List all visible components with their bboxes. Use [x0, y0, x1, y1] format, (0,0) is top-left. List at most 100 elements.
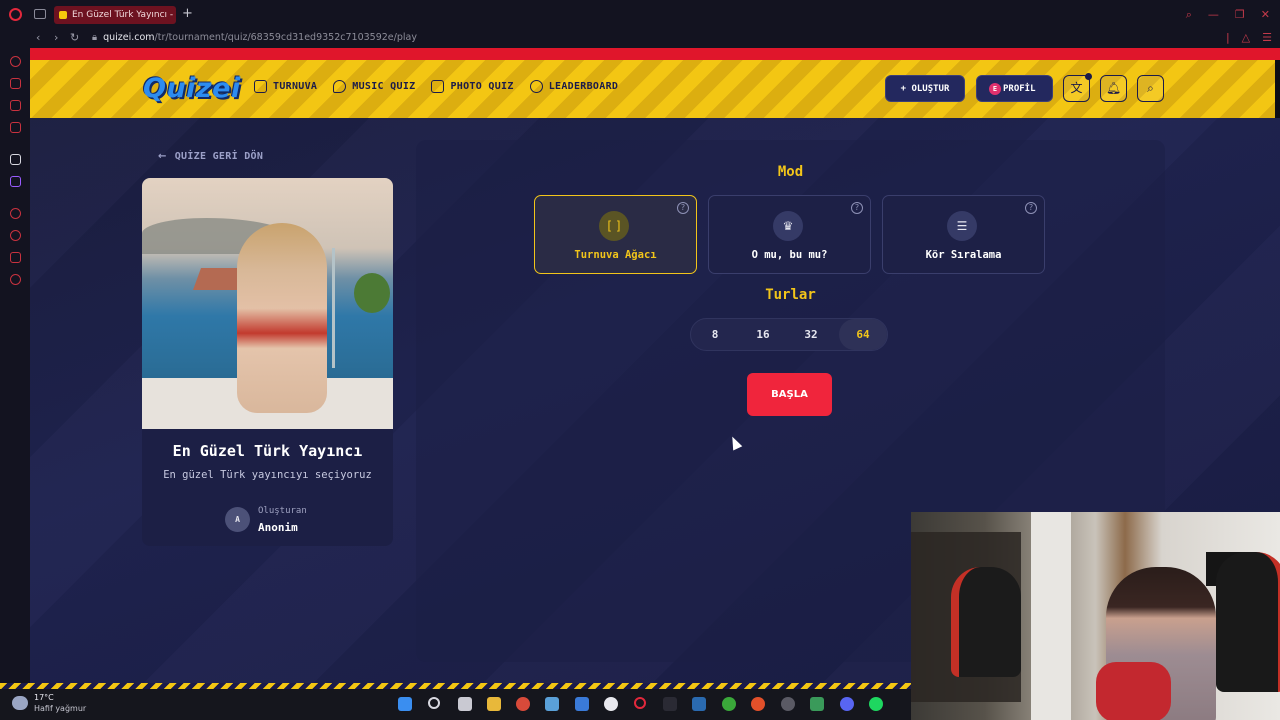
- nav-label: TURNUVA: [273, 81, 318, 92]
- quiz-description: En güzel Türk yayıncıyı seçiyoruz: [163, 469, 372, 481]
- spotify-icon[interactable]: [869, 697, 883, 711]
- quiz-info-card: En Güzel Türk Yayıncı En güzel Türk yayı…: [142, 178, 393, 546]
- task-view-icon[interactable]: [458, 697, 472, 711]
- opera-gx-icon[interactable]: [634, 697, 646, 709]
- create-button[interactable]: + OLUŞTUR: [885, 75, 965, 102]
- start-button[interactable]: BAŞLA: [747, 373, 832, 416]
- weather-condition: Hafif yağmur: [34, 704, 87, 713]
- messenger-icon[interactable]: [10, 122, 21, 133]
- forward-nav-icon[interactable]: ›: [54, 31, 58, 44]
- app-icon-4[interactable]: [751, 697, 765, 711]
- browser-titlebar: En Güzel Türk Yayıncı - Quizei + ⌕ — ❐ ✕: [0, 0, 1280, 28]
- profile-button[interactable]: E PROFİL: [976, 75, 1053, 102]
- opera-sidebar: [0, 48, 30, 685]
- image-railing: [332, 248, 335, 368]
- language-button[interactable]: 文: [1063, 73, 1092, 102]
- round-option-16[interactable]: 16: [739, 319, 787, 350]
- trophy-icon: [254, 80, 267, 93]
- nav-photo-quiz[interactable]: PHOTO QUIZ: [431, 80, 513, 93]
- nav-music-quiz[interactable]: MUSIC QUIZ: [333, 80, 415, 93]
- crown-icon: ♛: [773, 211, 803, 241]
- weather-cloud-icon[interactable]: [12, 696, 28, 710]
- app-icon[interactable]: [10, 154, 21, 165]
- app-icon-3[interactable]: [663, 697, 677, 711]
- camera-icon: [431, 80, 445, 93]
- mode-label: Turnuva Ağacı: [574, 249, 657, 261]
- quizei-favicon-icon: [59, 11, 67, 19]
- opera-logo-icon[interactable]: [9, 8, 22, 21]
- site-logo[interactable]: Quizei: [143, 73, 241, 104]
- nav-label: MUSIC QUIZ: [352, 81, 416, 92]
- help-icon[interactable]: ?: [851, 202, 863, 214]
- image-plant: [354, 273, 390, 313]
- mode-section-title: Mod: [777, 164, 804, 180]
- rounds-section-title: Turlar: [765, 287, 816, 303]
- xbox-icon[interactable]: [722, 697, 736, 711]
- round-option-32[interactable]: 32: [787, 319, 835, 350]
- browser-tab-active[interactable]: En Güzel Türk Yayıncı - Quizei: [54, 6, 176, 24]
- tab-title: En Güzel Türk Yayıncı - Quizei: [72, 10, 176, 20]
- browser-accent-bar: [30, 48, 1280, 60]
- url-host: quizei.com: [103, 32, 155, 43]
- address-bar: ‹ › ↻ 🔒︎ quizei.com/tr/tournament/quiz/68…: [0, 28, 1280, 48]
- webcam-chair-right: [1216, 552, 1280, 692]
- webcam-overlay: [911, 512, 1280, 720]
- close-icon[interactable]: ✕: [1261, 8, 1270, 22]
- help-icon[interactable]: ?: [1025, 202, 1037, 214]
- notifications-button[interactable]: 🔔︎: [1100, 75, 1127, 102]
- quiz-cover-image: [142, 178, 393, 429]
- bell-icon: 🔔︎: [1105, 81, 1122, 95]
- round-option-8[interactable]: 8: [691, 319, 739, 350]
- discord-icon[interactable]: [840, 697, 854, 711]
- search-button[interactable]: ⌕: [1137, 75, 1164, 102]
- address-bar-actions: | △ ☰: [1226, 31, 1272, 44]
- history-icon[interactable]: [10, 230, 21, 241]
- aria-icon[interactable]: [10, 56, 21, 67]
- url-field[interactable]: 🔒︎ quizei.com/tr/tournament/quiz/68359cd3…: [92, 30, 417, 46]
- mode-option-blind-ranking[interactable]: ? ☰ Kör Sıralama: [882, 195, 1045, 274]
- settings-icon[interactable]: [10, 274, 21, 285]
- obs-icon[interactable]: [604, 697, 618, 711]
- search-tabs-icon[interactable]: ⌕: [1186, 8, 1192, 22]
- gx-corner-icon[interactable]: [10, 100, 21, 111]
- minimize-icon[interactable]: —: [1208, 8, 1219, 22]
- tab-sidebar-icon[interactable]: [34, 9, 46, 19]
- nav-label: PHOTO QUIZ: [450, 81, 514, 92]
- list-icon: ☰: [947, 211, 977, 241]
- app-icon-6[interactable]: [810, 697, 824, 711]
- mode-option-this-or-that[interactable]: ? ♛ O mu, bu mu?: [708, 195, 871, 274]
- back-nav-icon[interactable]: ‹: [36, 31, 40, 44]
- webcam-pajamas: [1096, 662, 1171, 720]
- file-explorer-icon[interactable]: [487, 697, 501, 711]
- nav-tournament[interactable]: TURNUVA: [254, 80, 317, 93]
- new-tab-button[interactable]: +: [182, 6, 193, 21]
- app-icon-5[interactable]: [781, 697, 795, 711]
- mode-label: O mu, bu mu?: [751, 249, 828, 261]
- profile-avatar: E: [989, 83, 1001, 95]
- maximize-icon[interactable]: ❐: [1235, 8, 1245, 22]
- app-icon-2[interactable]: [575, 697, 589, 711]
- chrome-icon[interactable]: [516, 697, 530, 711]
- author-name: Anonim: [258, 521, 298, 534]
- warning-icon[interactable]: △: [1242, 31, 1250, 44]
- profile-label: PROFİL: [1003, 84, 1036, 94]
- app-icon-1[interactable]: [545, 697, 559, 711]
- nav-leaderboard[interactable]: LEADERBOARD: [529, 80, 619, 93]
- round-option-64[interactable]: 64: [839, 319, 887, 350]
- twitch-icon[interactable]: [10, 176, 21, 187]
- extensions-icon[interactable]: [10, 252, 21, 263]
- help-icon[interactable]: ?: [677, 202, 689, 214]
- nav-label: LEADERBOARD: [548, 81, 619, 92]
- mode-option-tournament-bracket[interactable]: ? [ ] Turnuva Ağacı: [534, 195, 697, 274]
- windows-start-icon[interactable]: [398, 697, 412, 711]
- menu-icon[interactable]: ☰: [1262, 31, 1272, 44]
- crypto-wallet-icon[interactable]: [10, 78, 21, 89]
- player-icon[interactable]: [10, 208, 21, 219]
- search-taskbar-icon[interactable]: [428, 697, 440, 709]
- arrow-left-icon: ←: [158, 151, 167, 162]
- author-avatar: A: [225, 507, 250, 532]
- back-to-quiz-link[interactable]: ← QUİZE GERİ DÖN: [158, 151, 263, 162]
- site-header: Quizei TURNUVA MUSIC QUIZ PHOTO QUIZ LEA…: [30, 60, 1275, 118]
- reload-icon[interactable]: ↻: [70, 31, 79, 44]
- steam-icon[interactable]: [692, 697, 706, 711]
